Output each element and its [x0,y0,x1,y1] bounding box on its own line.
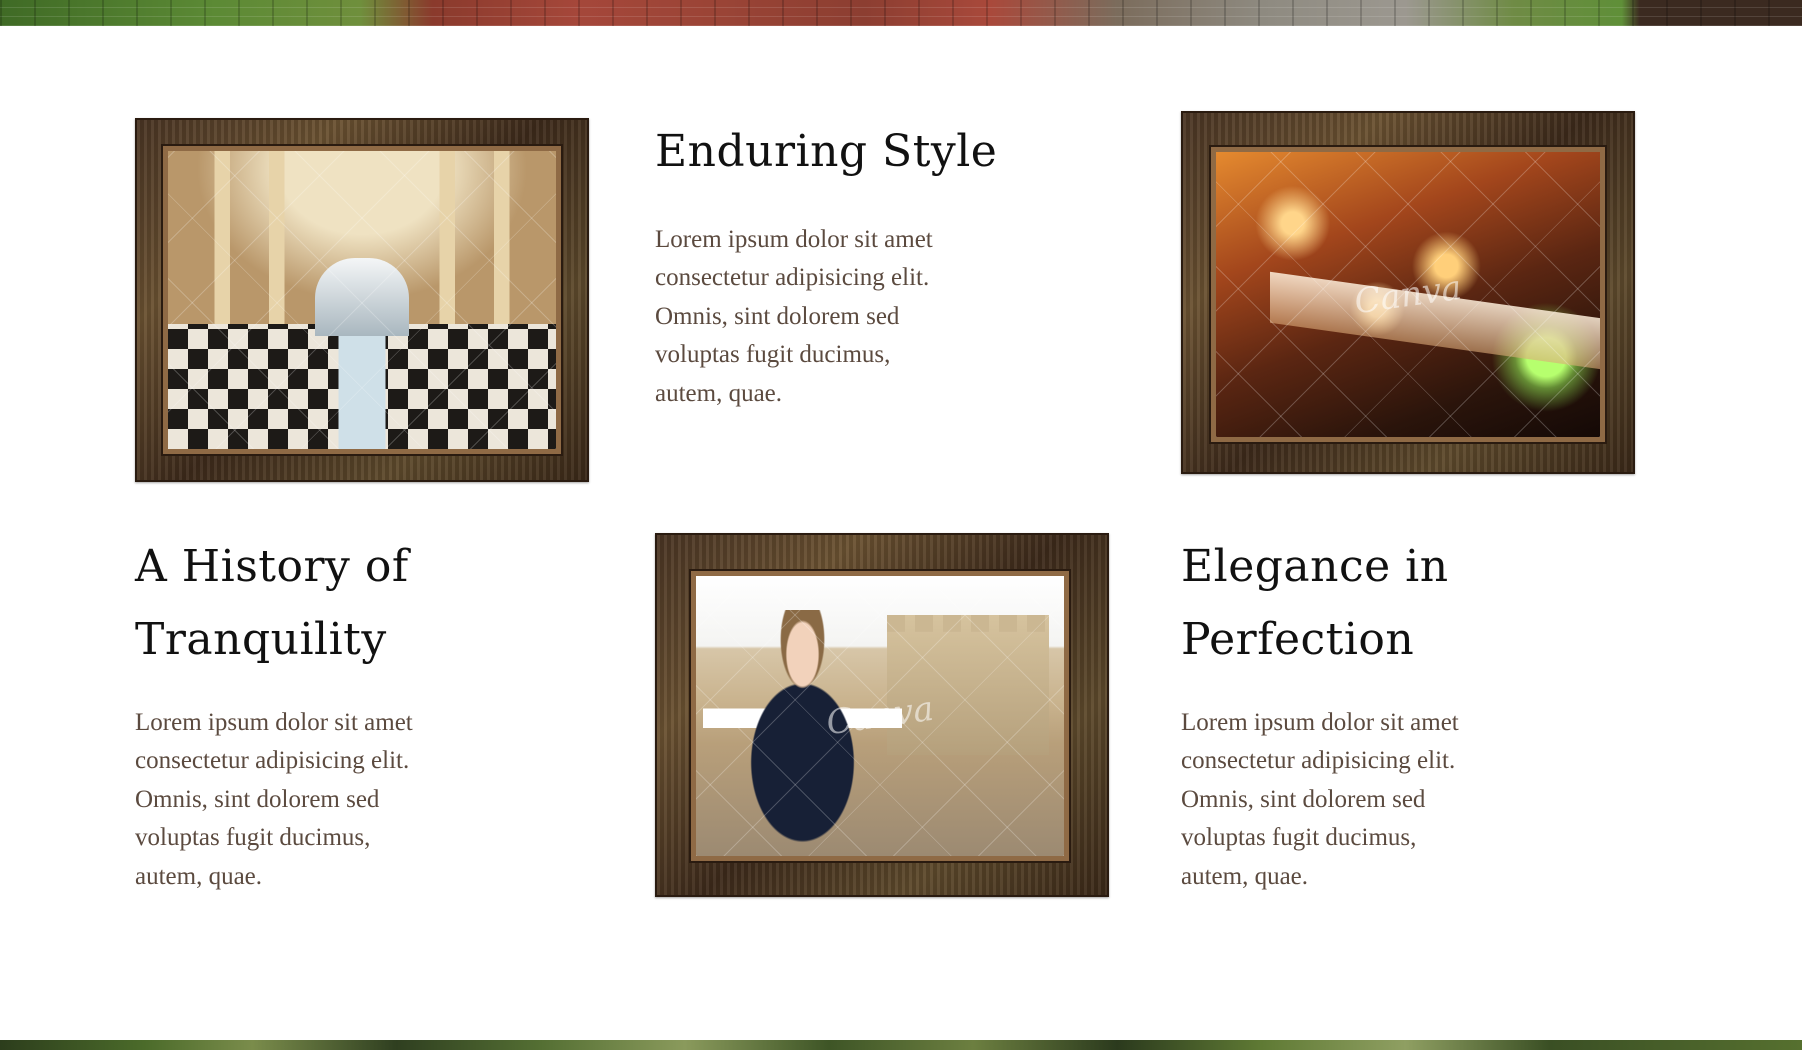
frame-inner-edge: Canva [691,571,1069,861]
section-body-history-of-tranquility: Lorem ipsum dolor sit amet consectetur a… [135,709,413,890]
section-body-enduring-style: Lorem ipsum dolor sit amet consectetur a… [655,226,933,407]
frame-inner-edge: Canva [1211,147,1605,442]
section-heading-history-of-tranquility: A History of Tranquility [135,541,409,665]
bottom-photo-strip [0,1040,1802,1050]
frame-inner-edge [163,146,561,454]
section-heading-elegance-in-perfection: Elegance in Perfection [1181,541,1449,665]
palace-hall-photo [168,151,556,449]
framed-photo-palace-hall [135,118,589,482]
top-photo-strip [0,0,1802,26]
framed-photo-woman-castle: Canva [655,533,1109,897]
section-body-elegance-in-perfection: Lorem ipsum dolor sit amet consectetur a… [1181,709,1459,890]
section-heading-enduring-style: Enduring Style [655,126,998,177]
framed-photo-restaurant: Canva [1181,111,1635,474]
